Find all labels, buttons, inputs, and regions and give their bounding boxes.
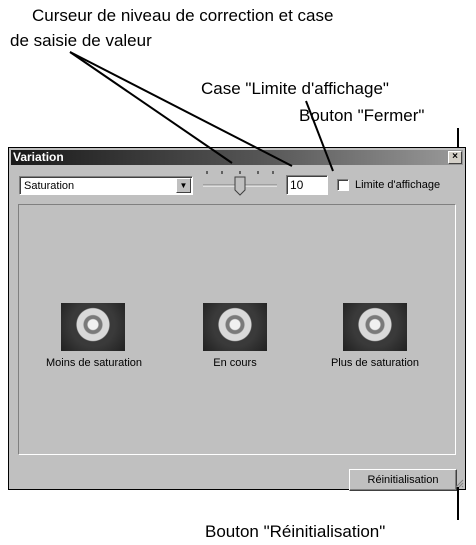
title-bar[interactable]: Variation × bbox=[11, 150, 463, 165]
callout-close: Bouton "Fermer" bbox=[299, 106, 425, 125]
resize-grip-icon[interactable] bbox=[454, 478, 464, 488]
value-input[interactable]: 10 bbox=[286, 175, 328, 195]
preview-current[interactable] bbox=[203, 303, 267, 351]
callout-reset: Bouton "Réinitialisation" bbox=[205, 522, 386, 541]
callout-slider-line1: Curseur de niveau de correction et case bbox=[32, 6, 334, 25]
preview-label-current: En cours bbox=[213, 357, 257, 369]
callout-limit: Case "Limite d'affichage" bbox=[201, 79, 389, 98]
limit-checkbox-label: Limite d'affichage bbox=[355, 179, 441, 191]
preview-more-saturation[interactable] bbox=[343, 303, 407, 351]
preview-less-saturation[interactable] bbox=[61, 303, 125, 351]
preview-label-more: Plus de saturation bbox=[330, 357, 420, 369]
close-button[interactable]: × bbox=[448, 151, 462, 164]
chevron-down-icon[interactable]: ▼ bbox=[176, 178, 191, 193]
slider-ticks bbox=[206, 171, 274, 174]
reset-button[interactable]: Réinitialisation bbox=[349, 469, 457, 491]
preview-panel: Moins de saturation En cours Plus de sat… bbox=[18, 204, 456, 455]
correction-slider[interactable] bbox=[199, 168, 281, 198]
preview-label-less: Moins de saturation bbox=[46, 357, 142, 369]
window-title: Variation bbox=[13, 150, 64, 164]
slider-thumb bbox=[234, 176, 246, 196]
limit-checkbox[interactable] bbox=[337, 179, 349, 191]
callout-slider-line2: de saisie de valeur bbox=[10, 31, 152, 50]
mode-select-value: Saturation bbox=[24, 180, 75, 192]
variation-window: Variation × Saturation ▼ 10 Limite d'aff… bbox=[8, 147, 466, 491]
mode-select[interactable]: Saturation ▼ bbox=[19, 176, 193, 195]
